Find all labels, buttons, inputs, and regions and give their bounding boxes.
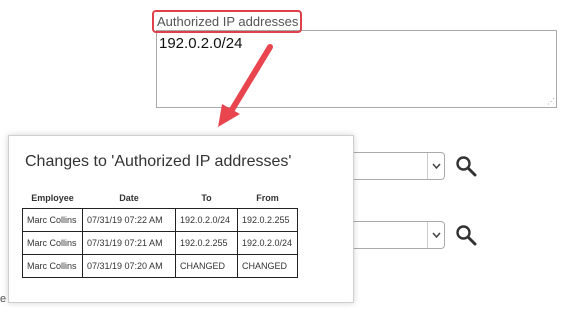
clipped-text-fragment: e <box>0 293 7 305</box>
column-header-to: To <box>201 193 212 203</box>
cell-employee: Marc Collins <box>22 231 83 255</box>
label-highlight-box <box>152 10 302 33</box>
cell-date: 07/31/19 07:22 AM <box>82 208 176 232</box>
cell-to: CHANGED <box>175 254 238 278</box>
cell-date: 07/31/19 07:21 AM <box>82 231 176 255</box>
column-header-date: Date <box>119 193 139 203</box>
table-row: Marc Collins 07/31/19 07:20 AM CHANGED C… <box>22 254 298 278</box>
table-row: Marc Collins 07/31/19 07:21 AM 192.0.2.2… <box>22 231 298 255</box>
search-icon[interactable] <box>455 224 477 246</box>
cell-from: 192.0.2.0/24 <box>237 231 298 255</box>
authorized-ip-textarea[interactable]: 192.0.2.0/24 ⋰ <box>156 30 557 108</box>
cell-date: 07/31/19 07:20 AM <box>82 254 176 278</box>
popup-title: Changes to 'Authorized IP addresses' <box>25 153 292 170</box>
resize-grip-icon[interactable]: ⋰ <box>547 98 555 106</box>
cell-from: 192.0.2.255 <box>237 208 298 232</box>
cell-to: 192.0.2.0/24 <box>175 208 238 232</box>
cell-from: CHANGED <box>237 254 298 278</box>
change-history-popup: Changes to 'Authorized IP addresses' Emp… <box>8 135 354 303</box>
chevron-down-icon <box>427 153 444 179</box>
cell-employee: Marc Collins <box>22 254 83 278</box>
change-history-table: Employee Date To From Marc Collins 07/31… <box>22 188 298 278</box>
table-header-row: Employee Date To From <box>23 188 298 209</box>
table-row: Marc Collins 07/31/19 07:22 AM 192.0.2.0… <box>22 208 298 232</box>
column-header-employee: Employee <box>31 193 74 203</box>
authorized-ip-value: 192.0.2.0/24 <box>159 35 243 52</box>
cell-employee: Marc Collins <box>22 208 83 232</box>
column-header-from: From <box>256 193 279 203</box>
cell-to: 192.0.2.255 <box>175 231 238 255</box>
chevron-down-icon <box>427 222 444 248</box>
search-icon[interactable] <box>455 155 477 177</box>
